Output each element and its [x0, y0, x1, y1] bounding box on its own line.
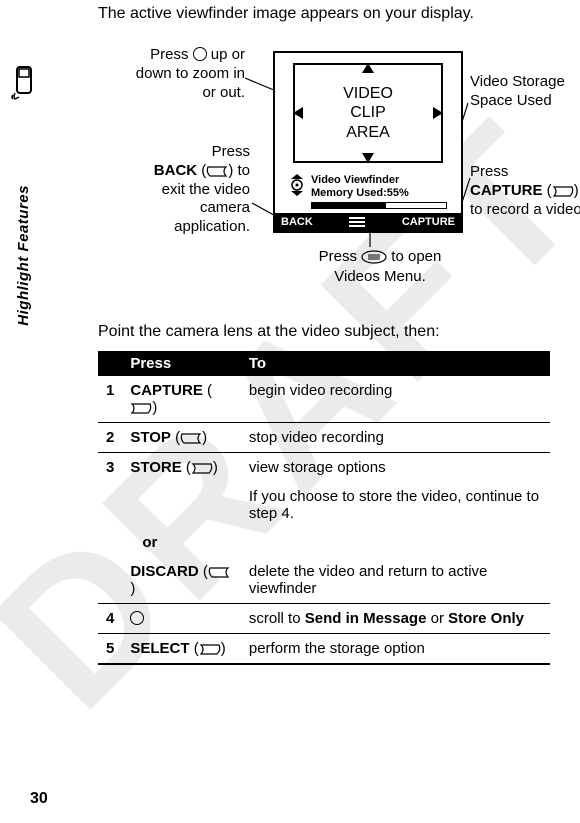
memory-bar	[311, 202, 447, 209]
table-row: or	[98, 528, 550, 557]
right-softkey-icon	[130, 402, 152, 414]
callout-capture: Press CAPTURE () to record a video.	[470, 163, 580, 219]
left-softkey-icon	[208, 566, 230, 578]
page-number: 30	[30, 790, 48, 808]
callout-storage: Video Storage Space Used	[470, 73, 580, 111]
softkey-left[interactable]: BACK	[281, 216, 313, 228]
callout-menu: Press to open Videos Menu.	[250, 247, 510, 286]
steps-table: Press To 1 CAPTURE () begin video record…	[98, 351, 550, 665]
softkey-bar: BACK CAPTURE	[275, 213, 461, 231]
right-softkey-icon	[191, 462, 213, 474]
right-softkey-icon	[552, 185, 574, 197]
softkey-right[interactable]: CAPTURE	[402, 216, 455, 228]
col-press: Press	[122, 351, 241, 376]
arrow-up-icon	[362, 63, 374, 73]
diagram: Press up or down to zoom in or out. Pres…	[50, 43, 550, 303]
right-softkey-icon	[199, 643, 221, 655]
table-row: 5 SELECT () perform the storage option	[98, 634, 550, 665]
left-softkey-icon	[206, 165, 228, 177]
instruction-text: Point the camera lens at the video subje…	[98, 323, 550, 341]
left-softkey-icon	[180, 432, 202, 444]
phone-screen: VIDEO CLIP AREA Video Viewfinder Memory …	[273, 51, 463, 233]
viewfinder-area: VIDEO CLIP AREA	[293, 63, 443, 163]
status-line-2: Memory Used:55%	[311, 187, 447, 200]
callout-zoom: Press up or down to zoom in or out.	[120, 46, 245, 102]
table-row: 1 CAPTURE () begin video recording	[98, 376, 550, 423]
table-row: If you choose to store the video, contin…	[98, 482, 550, 528]
status-line-1: Video Viewfinder	[311, 174, 447, 187]
table-row: 2 STOP () stop video recording	[98, 423, 550, 453]
col-to: To	[241, 351, 550, 376]
callout-back: Press BACK () to exit the video camera a…	[130, 143, 250, 237]
arrow-right-icon	[433, 107, 443, 119]
arrow-down-icon	[362, 153, 374, 163]
menu-key-icon	[361, 250, 387, 264]
table-row: 4 scroll to Send in Message or Store Onl…	[98, 604, 550, 634]
status-area: Video Viewfinder Memory Used:55%	[289, 174, 447, 209]
table-row: 3 STORE () view storage options	[98, 453, 550, 483]
table-row: DISCARD () delete the video and return t…	[98, 557, 550, 604]
nav-key-icon	[130, 611, 144, 625]
arrow-left-icon	[293, 107, 303, 119]
nav-key-icon	[193, 47, 207, 61]
menu-icon[interactable]	[349, 217, 365, 227]
intro-text: The active viewfinder image appears on y…	[98, 5, 550, 23]
nav-status-icon	[289, 174, 305, 196]
